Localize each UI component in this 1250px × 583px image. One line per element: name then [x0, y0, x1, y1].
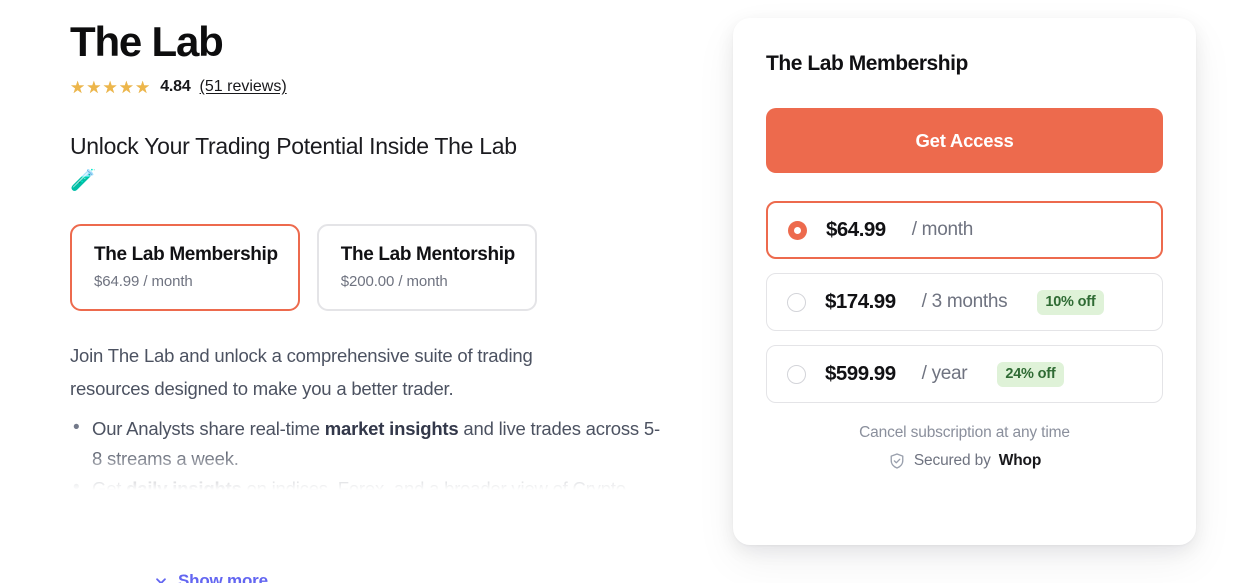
product-headline: Unlock Your Trading Potential Inside The… [70, 130, 650, 195]
plan-name: The Lab Membership [94, 243, 278, 265]
product-headline-text: Unlock Your Trading Potential Inside The… [70, 133, 517, 160]
product-page: The Lab ★★★★★ ★★★★★ 4.84 (51 reviews) Un… [0, 0, 1250, 583]
radio-icon[interactable] [788, 220, 807, 240]
test-tube-icon: 🧪 [70, 168, 96, 192]
discount-badge: 10% off [1037, 289, 1104, 315]
chevron-down-icon [154, 574, 168, 583]
description-paragraph: Join The Lab and unlock a comprehensive … [70, 345, 533, 400]
get-access-label: Get Access [915, 129, 1014, 151]
option-period: / year [921, 363, 968, 384]
list-item-pre: Our Analysts share real-time [92, 418, 325, 440]
radio-icon[interactable] [787, 292, 806, 312]
plan-price: $64.99 / month [94, 273, 193, 291]
radio-icon[interactable] [787, 364, 806, 384]
discount-badge: 24% off [997, 361, 1064, 387]
pricing-option-monthly[interactable]: $64.99 / month [766, 201, 1163, 259]
star-rating-filled: ★★★★★ [70, 78, 149, 96]
pricing-option-quarterly[interactable]: $174.99 / 3 months 10% off [766, 273, 1163, 331]
list-item-emphasis: market insights [324, 418, 459, 440]
rating-row: ★★★★★ ★★★★★ 4.84 (51 reviews) [70, 78, 670, 96]
whop-brand-label: Whop [998, 452, 1042, 469]
pricing-option-yearly[interactable]: $599.99 / year 24% off [766, 345, 1163, 403]
plan-card-mentorship[interactable]: The Lab Mentorship $200.00 / month [316, 223, 537, 312]
list-item: Get daily insights on indices, Forex, an… [70, 473, 660, 491]
option-price: $174.99 [825, 290, 896, 313]
option-period: / 3 months [921, 291, 1008, 312]
list-item-emphasis: daily insights [126, 478, 242, 491]
secured-by-label: Secured by [913, 452, 991, 469]
plan-price: $200.00 / month [340, 273, 448, 291]
secured-by-row: Secured by Whop [766, 452, 1163, 470]
show-more-label: Show more [178, 571, 268, 583]
pricing-options: $64.99 / month $174.99 / 3 months 10% of… [766, 201, 1163, 403]
page-title: The Lab [70, 18, 224, 65]
feature-list: Our Analysts share real-time market insi… [70, 413, 670, 491]
product-info-column: The Lab ★★★★★ ★★★★★ 4.84 (51 reviews) Un… [70, 18, 670, 583]
plan-selector: The Lab Membership $64.99 / month The La… [70, 223, 670, 312]
show-more-button[interactable]: Show more [154, 571, 268, 583]
plan-card-membership[interactable]: The Lab Membership $64.99 / month [70, 223, 300, 312]
option-period: / month [911, 219, 974, 240]
list-item: Our Analysts share real-time market insi… [70, 413, 660, 474]
cancel-note: Cancel subscription at any time [859, 424, 1070, 441]
get-access-button[interactable]: Get Access [766, 108, 1163, 173]
option-price: $64.99 [826, 218, 886, 241]
option-price: $599.99 [825, 362, 896, 385]
star-rating: ★★★★★ ★★★★★ [70, 79, 151, 96]
plan-name: The Lab Mentorship [340, 243, 516, 265]
checkout-title: The Lab Membership [766, 52, 968, 75]
list-item-pre: Get [92, 478, 127, 491]
reviews-link[interactable]: (51 reviews) [200, 78, 287, 96]
checkout-card: The Lab Membership Get Access $64.99 / m… [733, 18, 1196, 545]
rating-value: 4.84 [160, 78, 191, 96]
shield-check-icon [888, 452, 906, 470]
description-section: Join The Lab and unlock a comprehensive … [70, 340, 670, 490]
